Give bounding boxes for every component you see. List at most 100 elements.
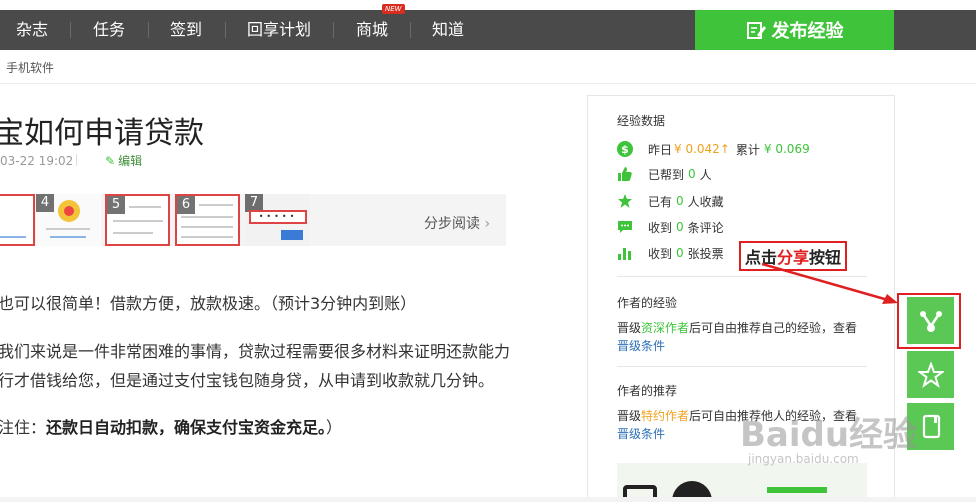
thumb-content (50, 236, 86, 238)
up-arrow-icon: ↑ (719, 142, 730, 156)
nav-divider (148, 22, 149, 38)
step-thumbnail[interactable]: 7 ••••• (245, 194, 310, 246)
senior-author-link[interactable]: 资深作者 (641, 321, 689, 335)
yesterday-value: ¥ 0.042 (674, 142, 720, 156)
article-meta: 03-22 19:02 ✎ 编辑 (0, 152, 142, 169)
collected-prefix: 已有 (648, 194, 673, 209)
nav-item-tasks[interactable]: 任务 (93, 10, 125, 50)
new-badge: NEW (382, 4, 405, 14)
article-paragraph: 注住：还款日自动扣款，确保支付宝资金充足。） (0, 414, 342, 438)
pin-input-preview: ••••• (249, 210, 307, 224)
step-reading-link[interactable]: 分步阅读 › (424, 213, 490, 233)
publish-label: 发布经验 (771, 21, 844, 42)
stats-title: 经验数据 (617, 114, 666, 128)
thumb-content (0, 236, 26, 238)
nav-divider (225, 22, 226, 38)
comment-icon (617, 219, 633, 235)
votes-prefix: 收到 (648, 246, 673, 261)
author-recommend-title: 作者的推荐 (617, 384, 678, 398)
article-paragraph: 行才借钱给您，但是通过支付宝钱包随身贷，从申请到收款就几分钟。 (0, 371, 495, 390)
thumb-content (181, 226, 233, 228)
note-prefix: 注住： (0, 418, 47, 437)
stat-earnings: $ 昨日 ¥ 0.042 ↑ 累计 ¥ 0.069 (617, 140, 810, 158)
author-experience-text: 晋级资深作者后可自由推荐自己的经验，查看 (617, 319, 857, 336)
thumb-content (199, 204, 233, 206)
nav-item-mall[interactable]: 商城 NEW (356, 4, 405, 50)
annotation-arrow (761, 262, 898, 304)
votes-suffix: 张投票 (687, 246, 724, 261)
thumb-content (64, 206, 74, 216)
yesterday-label: 昨日 (648, 142, 673, 157)
star-icon (617, 193, 633, 209)
helped-prefix: 已帮到 (648, 167, 685, 182)
coin-icon: $ (617, 141, 633, 157)
step-reading-label: 分步阅读 (424, 216, 480, 232)
thumb-content (281, 230, 303, 240)
comments-prefix: 收到 (648, 220, 673, 235)
publish-experience-button[interactable]: 发布经验 (695, 10, 894, 50)
comments-count: 0 (676, 220, 684, 234)
step-number: 4 (36, 194, 54, 212)
publish-date: 03-22 19:02 (0, 154, 74, 168)
stat-comments: 收到 0 条评论 (617, 218, 724, 236)
edit-icon (746, 22, 766, 39)
page-title: 宝如何申请贷款 (0, 116, 204, 151)
step-thumbnail[interactable] (0, 194, 35, 246)
edit-link[interactable]: ✎ 编辑 (105, 154, 142, 168)
svg-text:$: $ (621, 143, 629, 156)
stat-collected: 已有 0 人收藏 (617, 192, 724, 210)
watermark-url: jingyan.baidu.com (748, 452, 859, 466)
helped-count: 0 (688, 167, 696, 181)
note-bold: 还款日自动扣款，确保支付宝资金充足。 (46, 418, 327, 437)
baidu-watermark: Baidu经验 (740, 415, 918, 455)
author-experience-title: 作者的经验 (617, 296, 678, 310)
step-thumbnail[interactable]: 6 (175, 194, 240, 246)
nav-item-checkin[interactable]: 签到 (170, 10, 202, 50)
article-paragraph: 我们来说是一件非常困难的事情，贷款过程需要很多材料来证明还款能力 (0, 342, 511, 361)
chevron-right-icon: › (484, 216, 491, 232)
edit-label: 编辑 (118, 154, 143, 168)
share-highlight-box (897, 293, 961, 349)
nav-item-mall-label: 商城 (356, 20, 389, 39)
stat-helped: 已帮到 0 人 (617, 165, 712, 183)
thumb-content (113, 220, 163, 222)
thumb-content (46, 228, 90, 230)
collected-suffix: 人收藏 (687, 194, 724, 209)
thumb-content (181, 216, 233, 218)
upgrade-conditions-link[interactable]: 晋级条件 (617, 337, 665, 354)
pencil-icon: ✎ (105, 154, 116, 168)
comments-suffix: 条评论 (687, 220, 724, 235)
nav-divider (70, 22, 71, 38)
collected-count: 0 (676, 194, 684, 208)
total-label: 累计 (735, 142, 760, 157)
thumb-content (129, 206, 161, 208)
step-thumbnail[interactable]: 4 (36, 194, 101, 246)
divider (0, 83, 976, 84)
nav-divider (333, 22, 334, 38)
nav-item-zhidao[interactable]: 知道 (432, 10, 464, 50)
thumb-content (181, 236, 233, 238)
nav-item-magazine[interactable]: 杂志 (16, 10, 48, 50)
total-value: ¥ 0.069 (763, 142, 810, 156)
thumbs-up-icon (617, 166, 633, 182)
note-suffix: ） (326, 418, 343, 437)
upgrade-conditions-link[interactable]: 晋级条件 (617, 425, 665, 442)
book-icon (922, 414, 940, 438)
star-outline-icon (917, 361, 944, 388)
stat-votes: 收到 0 张投票 (617, 244, 724, 262)
breadcrumb[interactable]: 手机软件 (6, 59, 54, 76)
page-footer-strip (0, 497, 976, 502)
text-fragment: 晋级 (617, 321, 642, 335)
step-thumbnail[interactable]: 5 (105, 194, 170, 246)
text-fragment: 晋级 (617, 409, 642, 423)
text-fragment: 后可自由推荐自己的经验，查看 (689, 321, 858, 335)
favorite-button[interactable] (907, 351, 954, 398)
thumb-content (113, 232, 153, 234)
divider (617, 366, 867, 367)
helped-suffix: 人 (699, 167, 712, 182)
nav-item-rewards[interactable]: 回享计划 (247, 10, 311, 50)
top-nav: 杂志 任务 签到 回享计划 商城 NEW 知道 发布经验 (0, 4, 976, 50)
nav-divider (410, 22, 411, 38)
special-author-link[interactable]: 特约作者 (641, 409, 689, 423)
votes-count: 0 (676, 246, 684, 260)
